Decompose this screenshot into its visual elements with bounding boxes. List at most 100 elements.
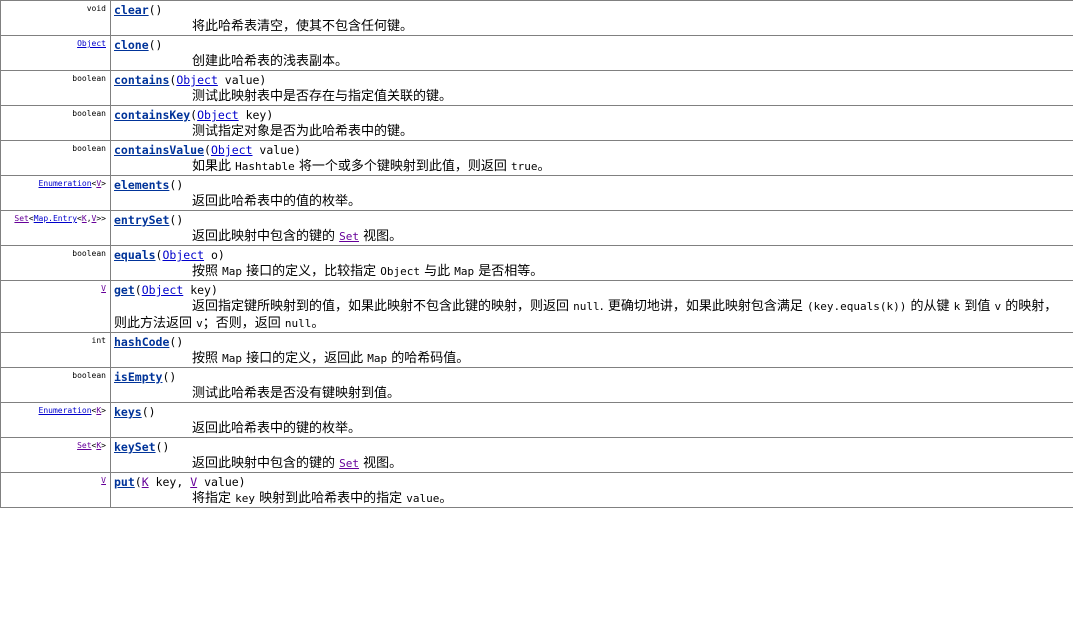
method-detail-cell: clear() 将此哈希表清空，使其不包含任何键。 [110,0,1073,36]
return-type-text: int [91,336,106,345]
method-link-entrySet[interactable]: entrySet [114,213,169,227]
code-text: key [235,492,256,505]
type-link[interactable]: V [101,476,106,485]
method-signature: contains(Object value) [114,73,1069,87]
code-link[interactable]: Set [339,230,359,243]
method-link-get[interactable]: get [114,283,135,297]
type-link[interactable]: Object [77,39,106,48]
method-detail-cell: get(Object key) 返回指定键所映射到的值，如果此映射不包含此键的映… [110,280,1073,333]
signature-text: value) [197,475,246,489]
code-text: Map [454,265,475,278]
signature-text: ( [134,475,142,489]
method-signature: keys() [114,405,1069,419]
type-link[interactable]: Object [211,143,253,157]
method-link-equals[interactable]: equals [114,248,156,262]
signature-text: value) [252,143,301,157]
return-type-cell: Enumeration<V> [0,175,111,211]
type-link[interactable]: Map.Entry [34,214,77,223]
method-params: (Object o) [156,248,225,262]
type-link[interactable]: Object [162,248,204,262]
method-link-hashCode[interactable]: hashCode [114,335,169,349]
desc-text: 到值 [960,299,995,314]
return-type-text: > [101,179,106,188]
desc-text: ；否则，返回 [202,316,285,331]
method-description: 测试此映射表中是否存在与指定值关联的键。 [114,88,1069,105]
type-link[interactable]: Enumeration [39,179,92,188]
desc-text: 映射到此哈希表中的指定 [255,491,407,506]
signature-text: () [148,3,163,17]
method-link-put[interactable]: put [114,475,135,489]
desc-text: 接口的定义，比较指定 [242,264,381,279]
method-link-contains[interactable]: contains [114,73,169,87]
type-link[interactable]: Enumeration [39,406,92,415]
return-type-text: > [101,406,106,415]
return-type-cell: Object [0,35,111,71]
return-type-cell: V [0,472,111,508]
type-link[interactable]: V [101,284,106,293]
method-link-elements[interactable]: elements [114,178,169,192]
type-link[interactable]: Set [14,214,28,223]
method-description: 返回此哈希表中的键的枚举。 [114,420,1069,437]
code-text: value [406,492,440,505]
method-description: 返回此哈希表中的值的枚举。 [114,193,1069,210]
method-params: (Object value) [169,73,266,87]
desc-text: 返回此映射中包含的键的 [192,229,340,244]
desc-text: 。 [537,159,551,174]
return-type-cell: boolean [0,367,111,403]
code-link[interactable]: Set [339,457,359,470]
method-row-keySet: Set<K> keySet() 返回此映射中包含的键的 Set 视图。 [0,437,1073,473]
method-row-entrySet: Set<Map.Entry<K,V>> entrySet() 返回此映射中包含的… [0,210,1073,246]
method-params: () [149,38,163,52]
method-params: () [162,370,176,384]
method-row-contains: boolean contains(Object value) 测试此映射表中是否… [0,70,1073,106]
type-link[interactable]: Object [197,108,239,122]
return-type-text: void [86,4,106,13]
desc-text: 按照 [192,264,223,279]
method-link-containsKey[interactable]: containsKey [114,108,190,122]
method-params: () [149,3,163,17]
return-type-cell: boolean [0,105,111,141]
signature-text: key) [238,108,274,122]
signature-text: () [148,38,163,52]
method-row-get: V get(Object key) 返回指定键所映射到的值，如果此映射不包含此键… [0,280,1073,333]
method-link-keys[interactable]: keys [114,405,142,419]
return-type-cell: Enumeration<K> [0,402,111,438]
signature-text: () [162,370,177,384]
method-detail-cell: keys() 返回此哈希表中的键的枚举。 [110,402,1073,438]
method-row-equals: boolean equals(Object o) 按照 Map 接口的定义，比较… [0,245,1073,281]
code-text: Map [222,265,243,278]
signature-text: value) [217,73,267,87]
method-link-containsValue[interactable]: containsValue [114,143,204,157]
signature-text: ( [204,143,211,157]
code-text: Hashtable [235,160,295,173]
method-link-clear[interactable]: clear [114,3,149,17]
desc-text: 返回此哈希表中的键的枚举。 [192,421,362,436]
method-description: 按照 Map 接口的定义，返回此 Map 的哈希码值。 [114,350,1069,367]
method-description: 将指定 key 映射到此哈希表中的指定 value。 [114,490,1069,507]
desc-text: 。 [311,316,325,331]
method-description: 按照 Map 接口的定义，比较指定 Object 与此 Map 是否相等。 [114,263,1069,280]
desc-text: 的从键 [906,299,954,314]
type-link[interactable]: Set [77,441,91,450]
type-link[interactable]: K [142,475,149,489]
signature-text: key) [183,283,218,297]
desc-text: 返回此映射中包含的键的 [192,456,340,471]
method-link-keySet[interactable]: keySet [114,440,156,454]
method-link-isEmpty[interactable]: isEmpty [114,370,162,384]
method-params: (Object key) [135,283,218,297]
type-link[interactable]: Object [176,73,218,87]
desc-text: 测试此哈希表是否没有键映射到值。 [192,386,401,401]
type-link[interactable]: Object [142,283,184,297]
signature-text: () [169,178,184,192]
method-description: 返回此映射中包含的键的 Set 视图。 [114,455,1069,472]
method-description: 将此哈希表清空，使其不包含任何键。 [114,18,1069,35]
return-type-cell: Set<K> [0,437,111,473]
method-link-clone[interactable]: clone [114,38,149,52]
signature-text: o) [204,248,225,262]
method-detail-cell: isEmpty() 测试此哈希表是否没有键映射到值。 [110,367,1073,403]
signature-text: () [155,440,170,454]
desc-text: 创建此哈希表的浅表副本。 [192,54,349,69]
method-row-clone: Object clone() 创建此哈希表的浅表副本。 [0,35,1073,71]
method-params: (K key, V value) [135,475,246,489]
return-type-cell: boolean [0,70,111,106]
